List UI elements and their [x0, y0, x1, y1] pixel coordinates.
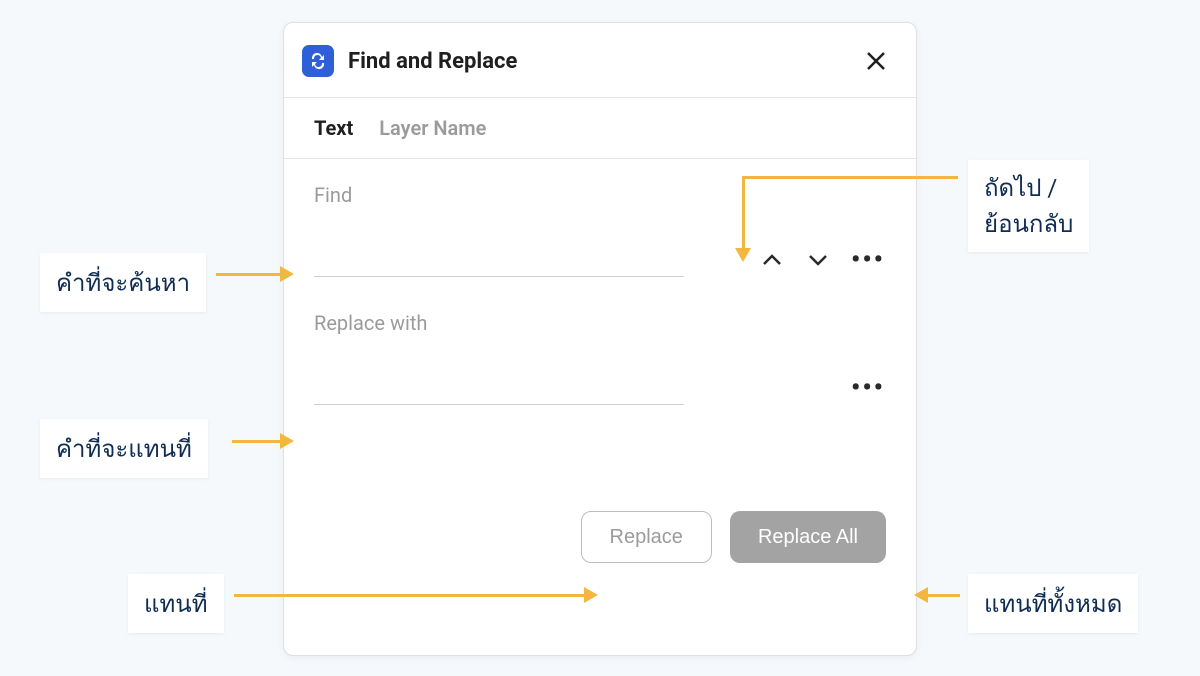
find-replace-icon: [302, 45, 334, 77]
annotation-nav-buttons: ถัดไป / ย้อนกลับ: [968, 160, 1089, 252]
chevron-down-icon: [808, 254, 828, 266]
replace-all-button[interactable]: Replace All: [730, 511, 886, 563]
dialog-title: Find and Replace: [348, 49, 862, 74]
chevron-up-icon: [762, 254, 782, 266]
find-field-group: Find •••: [314, 183, 886, 277]
find-more-button[interactable]: •••: [850, 246, 886, 274]
dialog-body: Find •••: [284, 159, 916, 463]
replace-more-button[interactable]: •••: [850, 374, 886, 402]
replace-controls: •••: [850, 374, 886, 402]
next-button[interactable]: [804, 246, 832, 274]
dialog-footer: Replace Replace All: [284, 511, 916, 593]
replace-button[interactable]: Replace: [581, 511, 712, 563]
replace-row: •••: [314, 371, 886, 405]
tab-text[interactable]: Text: [314, 116, 353, 140]
annotation-replace-input: คำที่จะแทนที่: [40, 419, 208, 478]
find-label: Find: [314, 183, 886, 207]
find-row: •••: [314, 243, 886, 277]
annotation-replace-btn: แทนที่: [128, 574, 224, 633]
find-controls: •••: [758, 246, 886, 274]
replace-label: Replace with: [314, 311, 886, 335]
annotation-find-input: คำที่จะค้นหา: [40, 253, 206, 312]
ellipsis-icon: •••: [851, 245, 885, 275]
tab-layer-name[interactable]: Layer Name: [379, 116, 486, 140]
prev-button[interactable]: [758, 246, 786, 274]
tabs-container: Text Layer Name: [284, 98, 916, 159]
close-button[interactable]: [862, 47, 890, 75]
find-input[interactable]: [314, 243, 684, 277]
close-icon: [865, 50, 887, 72]
replace-field-group: Replace with •••: [314, 311, 886, 405]
ellipsis-icon: •••: [851, 373, 885, 403]
annotation-replace-all-btn: แทนที่ทั้งหมด: [968, 574, 1138, 633]
dialog-header: Find and Replace: [284, 23, 916, 98]
find-replace-dialog: Find and Replace Text Layer Name Find: [283, 22, 917, 656]
replace-input[interactable]: [314, 371, 684, 405]
